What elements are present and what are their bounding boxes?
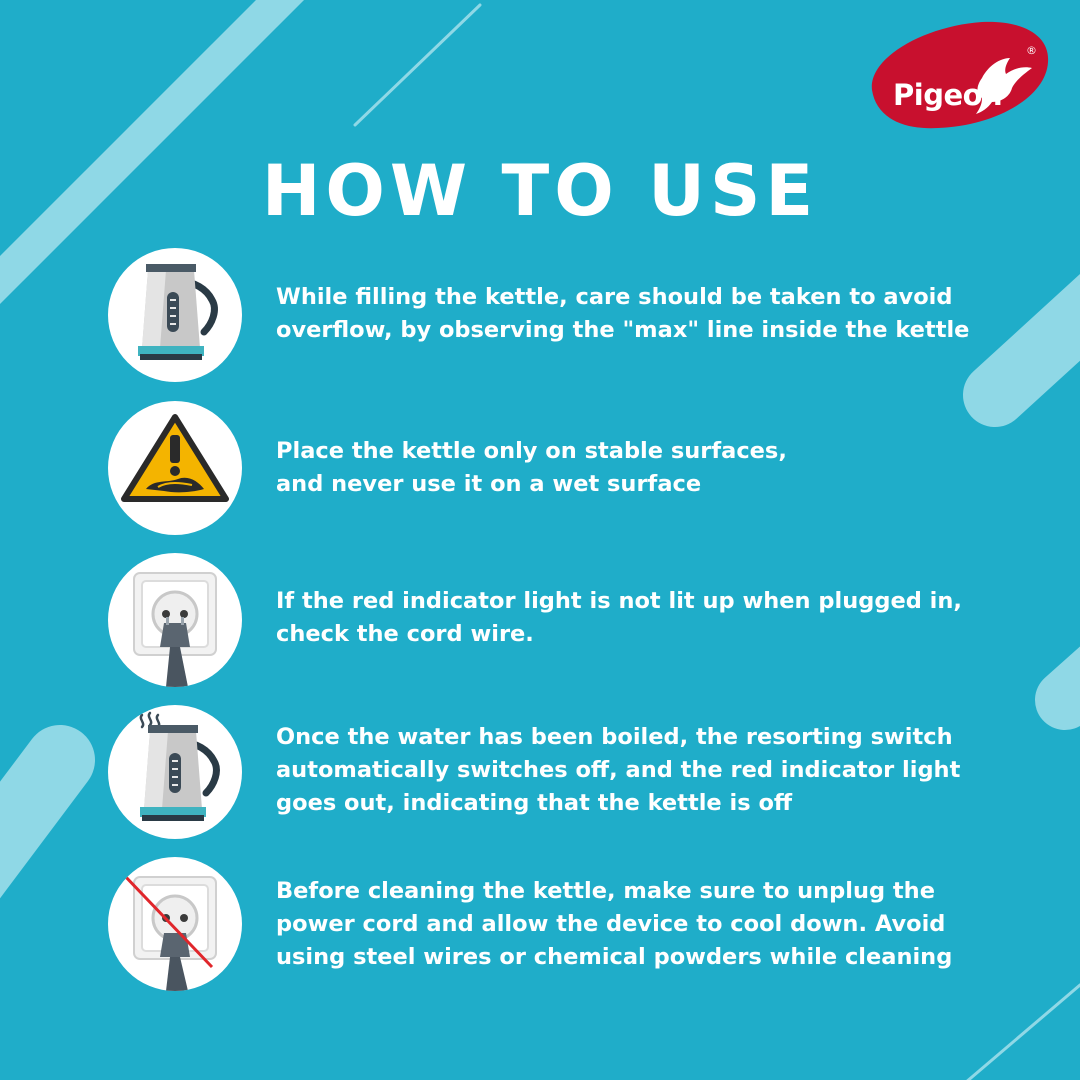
kettle-icon [108, 248, 242, 382]
power-socket-plug-icon [108, 553, 242, 687]
step-text: Before cleaning the kettle, make sure to… [276, 878, 953, 970]
warning-wet-surface-icon [108, 401, 242, 535]
step-text: Place the kettle only on stable surfaces… [276, 438, 787, 497]
step-text: While filling the kettle, care should be… [276, 284, 970, 343]
pigeon-logo-badge: ® [871, 21, 1049, 129]
step-text: Once the water has been boiled, the reso… [276, 724, 961, 816]
step-text: If the red indicator light is not lit up… [276, 588, 962, 647]
how-to-use-page: ® Pigeon HOW TO USE While filling the ke… [0, 0, 1080, 1080]
page-title: HOW TO USE [261, 150, 819, 232]
boiling-kettle-icon [108, 705, 242, 839]
unplug-socket-icon [108, 857, 242, 991]
registered-mark: ® [1026, 44, 1037, 57]
brand-name: Pigeon [893, 78, 1003, 112]
